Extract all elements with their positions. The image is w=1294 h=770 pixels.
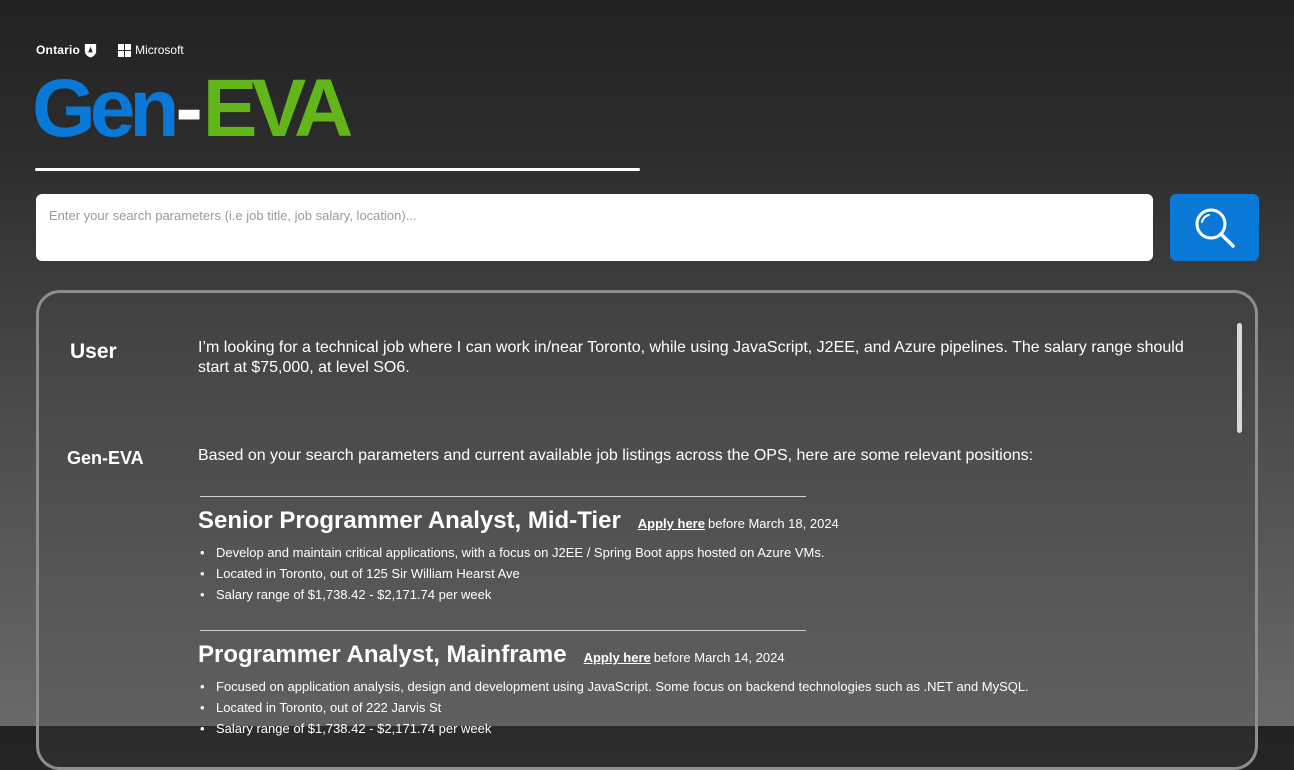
ontario-trillium-icon xyxy=(84,43,97,58)
assistant-message: Based on your search parameters and curr… xyxy=(198,447,1034,464)
job-divider xyxy=(200,630,806,631)
assistant-label: Gen-EVA xyxy=(67,448,144,468)
ontario-wordmark: Ontario xyxy=(36,43,81,57)
search-button[interactable] xyxy=(1170,194,1259,261)
job-detail-item: • Develop and maintain critical applicati… xyxy=(198,542,1158,563)
job-detail-item: • Salary range of $1,738.42 - $2,171.74 p… xyxy=(198,584,1158,605)
brand-eva: EVA xyxy=(202,63,354,154)
job-detail-item: • Located in Toronto, out of 125 Sir Will… xyxy=(198,563,1158,584)
job-detail-text: Located in Toronto, out of 222 Jarvis St xyxy=(216,700,442,715)
job-deadline: before March 14, 2024 xyxy=(653,650,785,665)
search-icon xyxy=(1195,208,1235,248)
job-detail-text: Salary range of $1,738.42 - $2,171.74 pe… xyxy=(216,721,492,736)
job-listing: Programmer Analyst, Mainframe Apply here… xyxy=(198,630,1158,739)
brand-gen: Gen xyxy=(32,63,180,154)
job-detail-text: Develop and maintain critical applicatio… xyxy=(216,545,825,560)
ontario-logo: Ontario xyxy=(36,43,98,58)
user-message: I’m looking for a technical job where I … xyxy=(198,339,1184,376)
job-divider xyxy=(200,496,806,497)
job-details: • Develop and maintain critical applicati… xyxy=(198,542,1158,605)
job-detail-item: • Focused on application analysis, design… xyxy=(198,676,1158,697)
chat-scrollbar[interactable] xyxy=(1237,323,1242,433)
job-detail-text: Focused on application analysis, design … xyxy=(216,679,1029,694)
job-detail-item: • Located in Toronto, out of 222 Jarvis S… xyxy=(198,697,1158,718)
header-divider xyxy=(35,168,640,171)
job-details: • Focused on application analysis, design… xyxy=(198,676,1158,739)
brand-dash: - xyxy=(175,63,202,154)
job-deadline: before March 18, 2024 xyxy=(707,516,839,531)
job-title: Senior Programmer Analyst, Mid-Tier xyxy=(198,507,621,534)
search-input[interactable] xyxy=(36,194,1153,261)
job-detail-text: Located in Toronto, out of 125 Sir Willi… xyxy=(216,566,520,581)
partner-logos: Ontario Microsoft xyxy=(36,42,184,58)
job-detail-text: Salary range of $1,738.42 - $2,171.74 pe… xyxy=(216,587,492,602)
microsoft-grid-icon xyxy=(118,43,132,57)
apply-link[interactable]: Apply here xyxy=(638,516,705,531)
app-logo: Gen-EVA xyxy=(32,68,353,150)
job-listing: Senior Programmer Analyst, Mid-Tier Appl… xyxy=(198,496,1158,605)
job-detail-item: • Salary range of $1,738.42 - $2,171.74 p… xyxy=(198,718,1158,739)
microsoft-logo: Microsoft xyxy=(118,43,184,57)
chat-panel: User I’m looking for a technical job whe… xyxy=(36,290,1258,770)
microsoft-wordmark: Microsoft xyxy=(135,43,184,57)
user-label: User xyxy=(70,340,117,363)
apply-link[interactable]: Apply here xyxy=(584,650,651,665)
job-title: Programmer Analyst, Mainframe xyxy=(198,641,567,668)
